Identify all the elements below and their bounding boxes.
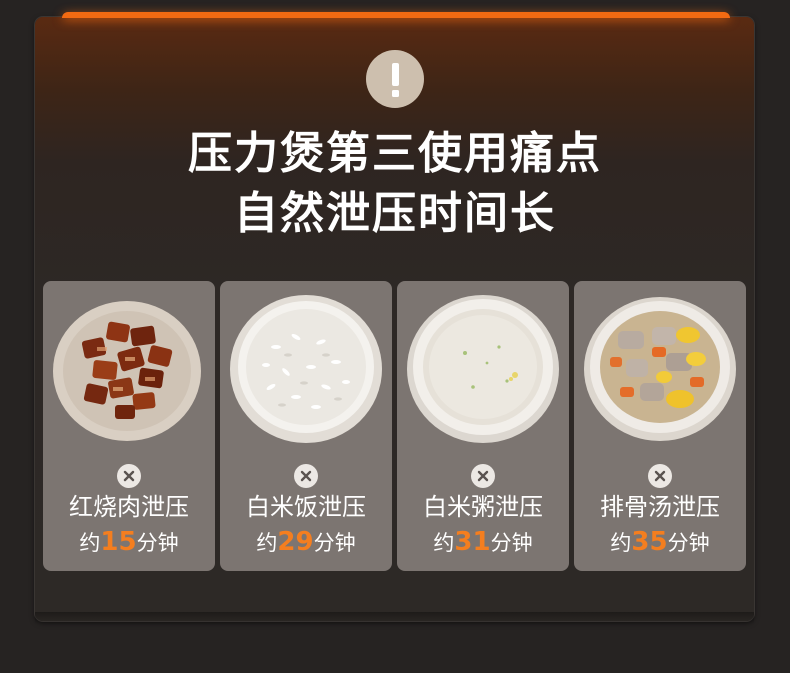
release-time: 约15分钟: [79, 527, 179, 557]
release-minutes: 29: [277, 527, 314, 557]
close-icon: [471, 464, 495, 488]
dish-card-rib-soup: 排骨汤泄压 约35分钟: [574, 281, 746, 571]
release-minutes: 35: [631, 527, 668, 557]
dish-name: 排骨汤泄压: [600, 493, 720, 521]
panel-shadow: [35, 612, 754, 624]
page: 压力煲第三使用痛点 自然泄压时间长 红烧肉泄压 约15分钟 白米饭泄压 约29分…: [0, 0, 790, 673]
dish-card-braised-pork: 红烧肉泄压 约15分钟: [43, 281, 215, 571]
white-rice-image: [230, 295, 382, 443]
close-icon: [648, 464, 672, 488]
braised-pork-image: [53, 301, 201, 441]
headline-line-2: 自然泄压时间长: [234, 188, 556, 239]
dish-card-rice: 白米饭泄压 约29分钟: [220, 281, 392, 571]
release-time: 约31分钟: [433, 527, 533, 557]
release-time: 约29分钟: [256, 527, 356, 557]
release-time: 约35分钟: [610, 527, 710, 557]
rice-congee-image: [407, 295, 559, 443]
release-minutes: 31: [454, 527, 491, 557]
close-icon: [117, 464, 141, 488]
dish-name: 白米饭泄压: [246, 493, 366, 521]
release-minutes: 15: [100, 527, 137, 557]
dish-card-congee: 白米粥泄压 约31分钟: [397, 281, 569, 571]
close-icon: [294, 464, 318, 488]
warning-icon: [366, 50, 424, 108]
dish-name: 红烧肉泄压: [69, 493, 189, 521]
dish-name: 白米粥泄压: [423, 493, 543, 521]
rib-soup-image: [584, 297, 736, 441]
accent-bar: [62, 12, 730, 18]
headline-line-1: 压力煲第三使用痛点: [188, 128, 602, 179]
